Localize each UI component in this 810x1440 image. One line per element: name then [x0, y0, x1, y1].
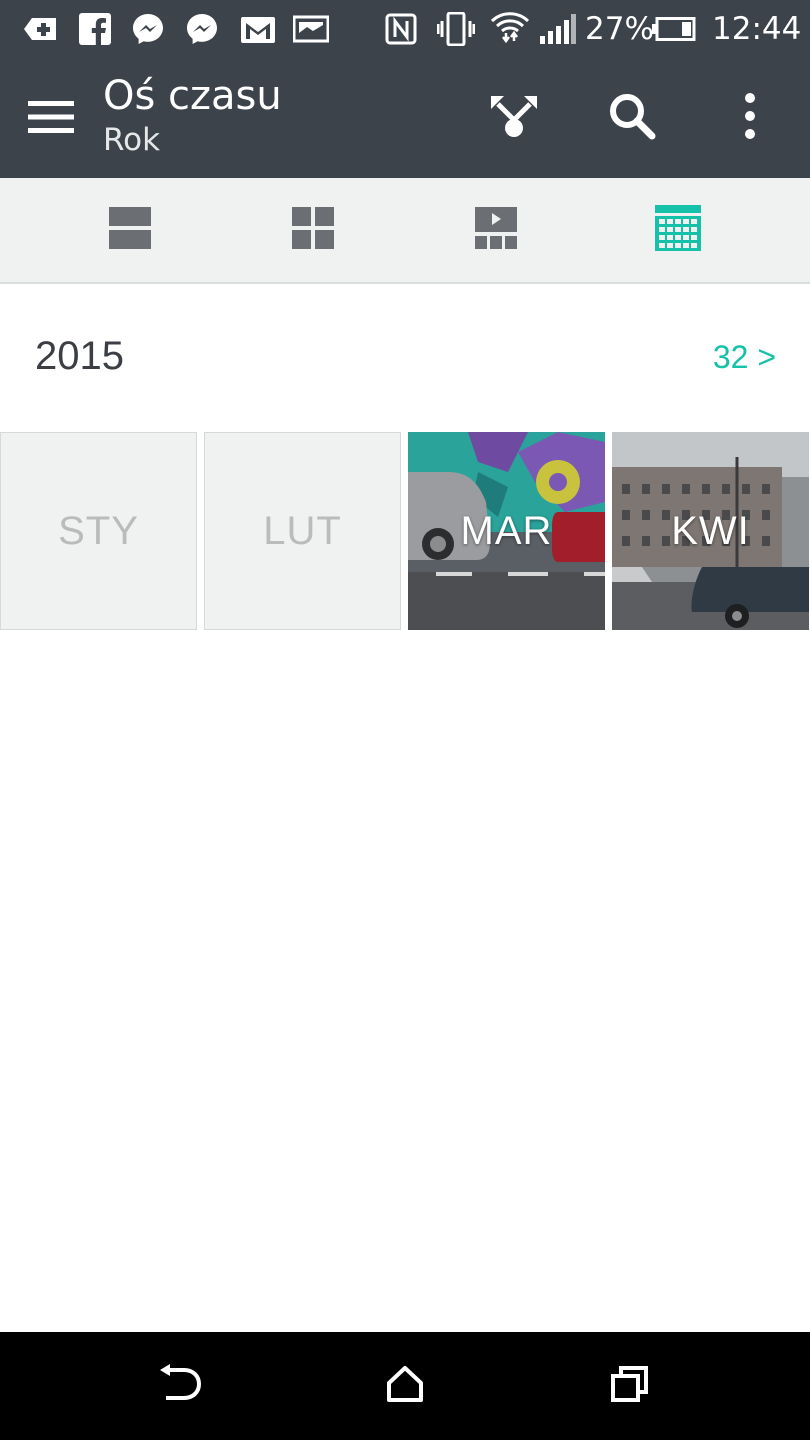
back-icon: [158, 1364, 202, 1408]
recents-button[interactable]: [600, 1358, 660, 1414]
year-heading: 2015: [35, 334, 124, 378]
tab-grid-view[interactable]: [277, 200, 349, 260]
month-tile-feb[interactable]: LUT: [204, 432, 401, 630]
health-plus-icon: [22, 12, 60, 46]
battery-icon: [652, 12, 696, 46]
grid-view-icon: [291, 206, 335, 254]
month-tile-apr[interactable]: KWI: [612, 432, 809, 630]
home-button[interactable]: [375, 1358, 435, 1414]
tab-video-view[interactable]: [460, 200, 532, 260]
messenger-icon: [130, 12, 166, 46]
tab-list-view[interactable]: [94, 200, 166, 260]
gallery-icon: [292, 12, 330, 46]
back-button[interactable]: [150, 1358, 210, 1414]
messenger-icon: [184, 12, 220, 46]
calendar-view-icon: [654, 204, 702, 256]
month-grid: STY LUT MAR KWI: [0, 432, 810, 630]
overflow-menu-button[interactable]: [718, 86, 782, 150]
video-view-icon: [474, 206, 518, 254]
vibrate-icon: [436, 12, 476, 46]
title-block: Oś czasu Rok: [103, 72, 282, 160]
clock: 12:44: [712, 11, 802, 47]
hamburger-menu-icon: [28, 99, 74, 139]
signal-icon: [540, 12, 576, 46]
view-tabs: [0, 178, 810, 284]
year-photo-count-link[interactable]: 32 >: [713, 336, 776, 378]
battery-percent: 27%: [585, 11, 654, 47]
home-icon: [385, 1365, 425, 1407]
search-button[interactable]: [600, 86, 664, 150]
share-button[interactable]: [482, 86, 546, 150]
month-label: KWI: [671, 508, 750, 553]
month-label: STY: [58, 508, 139, 553]
month-tile-mar[interactable]: MAR: [408, 432, 605, 630]
month-tile-jan[interactable]: STY: [0, 432, 197, 630]
nfc-icon: [384, 12, 418, 46]
list-view-icon: [108, 206, 152, 254]
overflow-menu-icon: [743, 92, 757, 144]
system-navigation-bar: [0, 1332, 810, 1440]
status-bar: 27% 12:44: [0, 0, 810, 58]
recents-icon: [610, 1365, 650, 1407]
wifi-icon: [490, 12, 530, 46]
tab-calendar-view[interactable]: [642, 200, 714, 260]
facebook-icon: [78, 12, 112, 46]
page-subtitle: Rok: [103, 122, 161, 158]
month-label: MAR: [460, 508, 553, 553]
search-icon: [607, 91, 657, 145]
app-bar: Oś czasu Rok: [0, 58, 810, 178]
menu-button[interactable]: [22, 90, 80, 148]
share-icon: [486, 92, 542, 144]
gmail-icon: [240, 12, 276, 46]
page-title: Oś czasu: [103, 73, 282, 119]
month-label: LUT: [263, 508, 342, 553]
